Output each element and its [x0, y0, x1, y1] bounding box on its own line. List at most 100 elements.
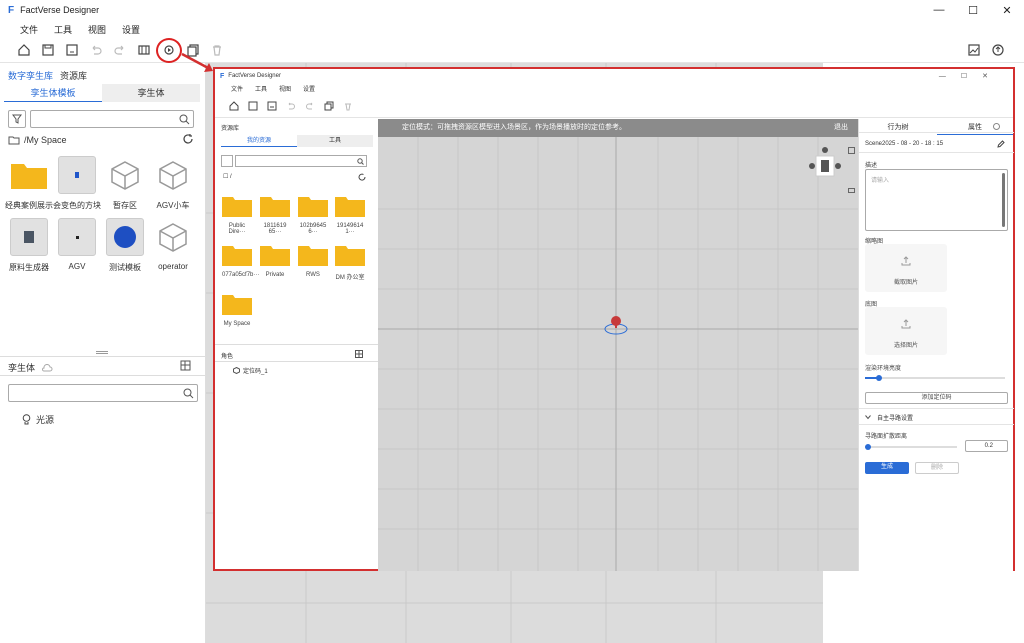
- inner-scene-viewport[interactable]: 定位模式：可拖拽资源区模型进入场景区，作为场景播放时的定位参考。 退出: [378, 119, 858, 571]
- grid-toggle-icon[interactable]: [848, 147, 855, 154]
- save-icon[interactable]: [40, 42, 56, 58]
- inner-window-controls[interactable]: —☐✕: [939, 72, 1003, 80]
- asset-item[interactable]: 会变色的方块: [52, 156, 102, 211]
- tab-behavior-tree[interactable]: 行为树: [859, 122, 937, 132]
- copy-icon[interactable]: [324, 101, 334, 111]
- asset-item[interactable]: 测试模板: [100, 218, 150, 273]
- role-item[interactable]: 定位码_1: [233, 366, 268, 375]
- subtab-twins[interactable]: 孪生体: [102, 84, 200, 102]
- callout-arrow: [181, 52, 213, 72]
- publish-icon[interactable]: [990, 42, 1006, 58]
- filter-icon[interactable]: [8, 110, 26, 128]
- delete-icon[interactable]: [343, 101, 353, 111]
- chart-icon[interactable]: [966, 42, 982, 58]
- app-logo: F: [8, 4, 15, 16]
- menu-tools[interactable]: 工具: [54, 23, 72, 36]
- info-icon[interactable]: [993, 123, 1000, 130]
- redo-icon[interactable]: [305, 101, 315, 111]
- template-search-input[interactable]: [30, 110, 194, 128]
- redo-icon[interactable]: [112, 42, 128, 58]
- cloud-icon[interactable]: [41, 363, 53, 372]
- resource-path-label: /: [230, 174, 232, 180]
- inner-menu-view[interactable]: 视图: [279, 84, 291, 93]
- search-icon[interactable]: [357, 158, 364, 165]
- properties-panel: 行为树 属性 Scene2025 - 08 - 20 - 18 : 15 描述 …: [858, 119, 1014, 571]
- save-icon[interactable]: [248, 101, 258, 111]
- menu-view[interactable]: 视图: [88, 23, 106, 36]
- folder-item[interactable]: Public Dire···: [222, 195, 252, 235]
- menu-settings[interactable]: 设置: [122, 23, 140, 36]
- app-title: FactVerse Designer: [20, 5, 100, 15]
- folder-item[interactable]: DM 办公室: [335, 244, 365, 281]
- layout-icon[interactable]: [180, 360, 191, 371]
- scrollbar[interactable]: [1002, 173, 1005, 227]
- inner-menu-tools[interactable]: 工具: [255, 84, 267, 93]
- close-icon[interactable]: ✕: [990, 0, 1024, 20]
- tab-digital-twin-library[interactable]: 数字孪生库: [8, 69, 54, 85]
- search-icon[interactable]: [179, 114, 190, 125]
- asset-item[interactable]: operator: [148, 218, 198, 271]
- layout-icon[interactable]: [355, 350, 363, 358]
- folder-item[interactable]: 102b9645​6···: [298, 195, 328, 235]
- tab-my-resources[interactable]: 我的资源: [221, 135, 297, 147]
- asset-item[interactable]: 经典案例展示: [4, 156, 54, 211]
- refresh-icon[interactable]: [358, 173, 366, 181]
- twin-search-input[interactable]: [8, 384, 198, 402]
- nav-distance-label: 寻路面扩散距离: [865, 434, 908, 440]
- asset-item[interactable]: 暂存区: [100, 156, 150, 211]
- description-textarea[interactable]: 请输入: [865, 169, 1008, 231]
- divider: [859, 132, 1014, 133]
- inner-menu-file[interactable]: 文件: [231, 84, 243, 93]
- refresh-icon[interactable]: [182, 133, 194, 145]
- tab-tools[interactable]: 工具: [297, 135, 373, 147]
- tab-resource-library[interactable]: 资源库: [60, 69, 87, 82]
- nav-distance-slider[interactable]: [865, 444, 957, 450]
- folder-item[interactable]: RWS: [298, 244, 328, 278]
- asset-item[interactable]: AGV小车: [148, 156, 198, 211]
- folder-item[interactable]: My Space: [222, 293, 252, 327]
- folder-item[interactable]: Private: [260, 244, 290, 278]
- minimize-icon[interactable]: —: [922, 0, 956, 20]
- window-controls: — ☐ ✕: [922, 0, 1024, 20]
- generate-button[interactable]: 生成: [865, 462, 909, 474]
- folder-item[interactable]: 1811619​65···: [260, 195, 290, 235]
- view-gizmo[interactable]: [808, 147, 842, 187]
- folder-item[interactable]: 19149614​1···: [335, 195, 365, 235]
- edit-icon[interactable]: [997, 140, 1005, 148]
- nav-distance-input[interactable]: 0.2: [965, 440, 1008, 452]
- upload-icon: [901, 319, 911, 329]
- resource-search-input[interactable]: [235, 155, 367, 167]
- folder-label: Public Dire···: [228, 223, 246, 235]
- asset-item[interactable]: AGV: [52, 218, 102, 271]
- camera-icon[interactable]: [848, 187, 855, 194]
- asset-item[interactable]: 原料生成器: [4, 218, 54, 273]
- delete-button[interactable]: 删除: [915, 462, 959, 474]
- undo-icon[interactable]: [286, 101, 296, 111]
- divider: [859, 408, 1014, 409]
- nav-section-header[interactable]: 自主寻路设置: [865, 413, 913, 422]
- filter-icon[interactable]: [221, 155, 233, 167]
- inner-menu-settings[interactable]: 设置: [303, 84, 315, 93]
- home-icon[interactable]: [16, 42, 32, 58]
- choose-image-button[interactable]: 选择图片: [865, 307, 947, 355]
- tab-properties[interactable]: 属性: [937, 122, 1013, 135]
- menu-file[interactable]: 文件: [20, 23, 38, 36]
- map-icon[interactable]: [136, 42, 152, 58]
- add-locator-button[interactable]: 添加定位码: [865, 392, 1008, 404]
- subtab-twin-templates[interactable]: 孪生体模板: [4, 84, 102, 102]
- slider-knob[interactable]: [865, 444, 871, 450]
- render-brightness-slider[interactable]: [865, 375, 1005, 381]
- home-icon[interactable]: [229, 101, 239, 111]
- undo-icon[interactable]: [88, 42, 104, 58]
- folder-item[interactable]: 077a05cf7b···: [222, 244, 259, 278]
- maximize-icon[interactable]: ☐: [956, 0, 990, 20]
- exit-locate-mode-button[interactable]: 退出: [834, 119, 848, 137]
- search-icon[interactable]: [183, 388, 194, 399]
- desc-label: 描述: [865, 163, 878, 169]
- save-as-icon[interactable]: [64, 42, 80, 58]
- tree-item[interactable]: 光源: [22, 413, 54, 426]
- resize-handle[interactable]: [96, 351, 108, 354]
- capture-thumbnail-button[interactable]: 截取图片: [865, 244, 947, 292]
- save-as-icon[interactable]: [267, 101, 277, 111]
- inner-app-title: FactVerse Designer: [228, 73, 281, 79]
